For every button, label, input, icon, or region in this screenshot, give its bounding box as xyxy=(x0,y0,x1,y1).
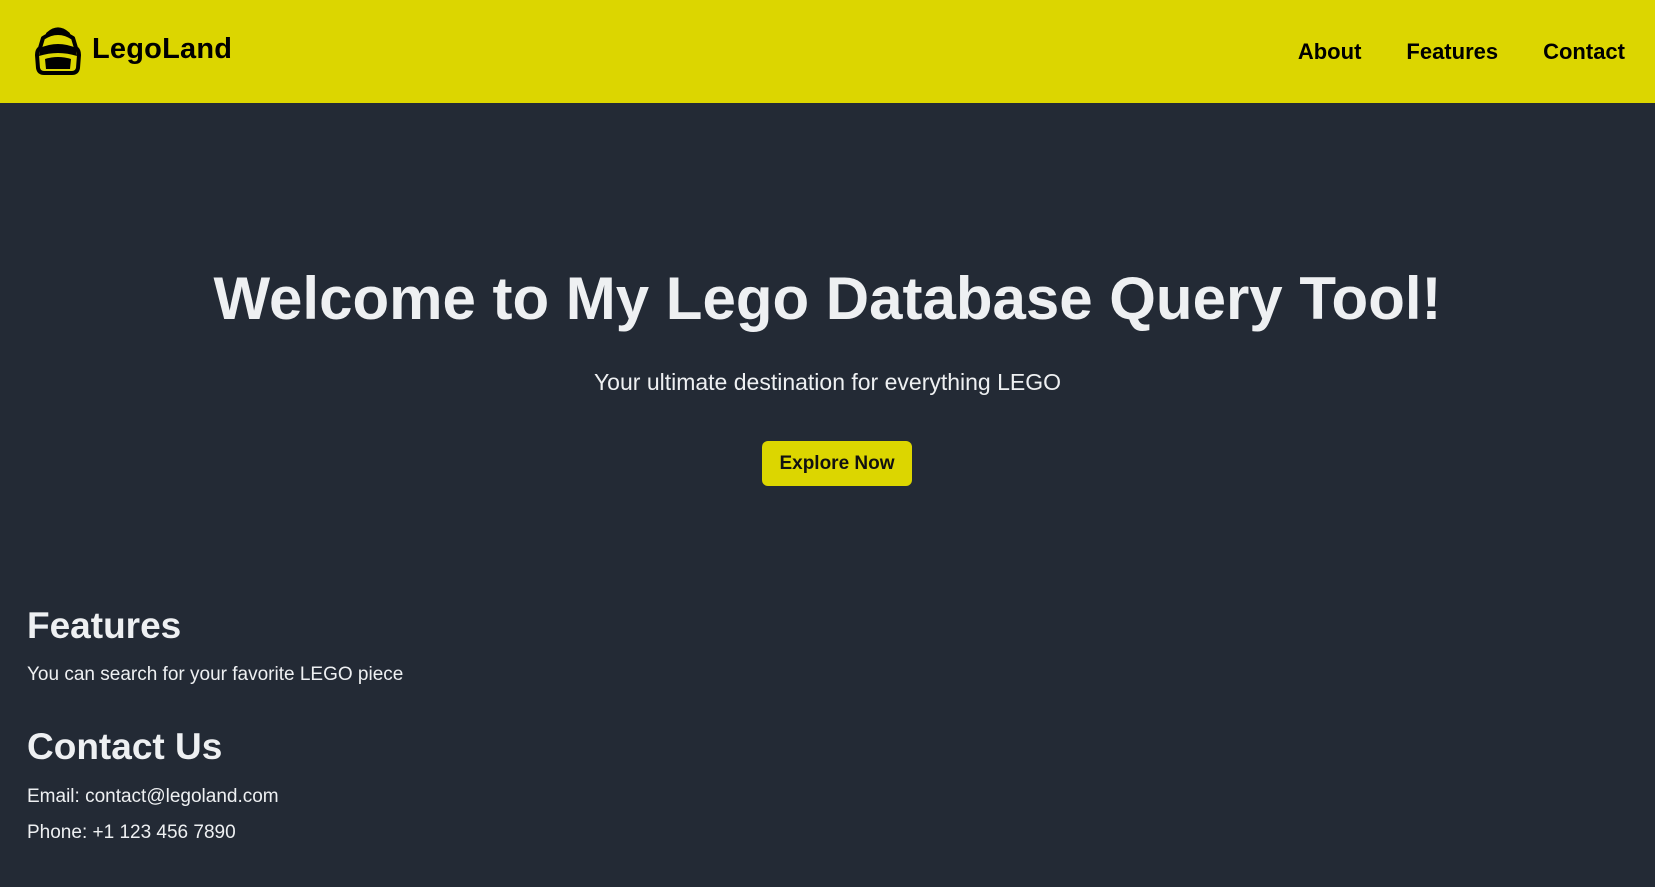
contact-phone: Phone: +1 123 456 7890 xyxy=(27,822,236,843)
nav-link-features[interactable]: Features xyxy=(1406,39,1498,65)
hero-subtitle: Your ultimate destination for everything… xyxy=(593,369,1062,395)
lego-minifig-head-icon xyxy=(35,27,81,75)
nav-links: About Features Contact xyxy=(1298,39,1625,65)
navbar: LegoLand About Features Contact xyxy=(0,0,1655,103)
explore-now-button[interactable]: Explore Now xyxy=(762,441,912,486)
contact-heading: Contact Us xyxy=(27,726,223,767)
brand-name: LegoLand xyxy=(92,33,233,65)
brand[interactable]: LegoLand xyxy=(32,24,232,76)
features-text: You can search for your favorite LEGO pi… xyxy=(27,664,404,685)
hero-title: Welcome to My Lego Database Query Tool! xyxy=(213,265,1442,332)
nav-link-about[interactable]: About xyxy=(1298,39,1362,65)
nav-link-contact[interactable]: Contact xyxy=(1543,39,1625,65)
contact-email: Email: contact@legoland.com xyxy=(27,786,279,807)
features-heading: Features xyxy=(27,605,182,646)
